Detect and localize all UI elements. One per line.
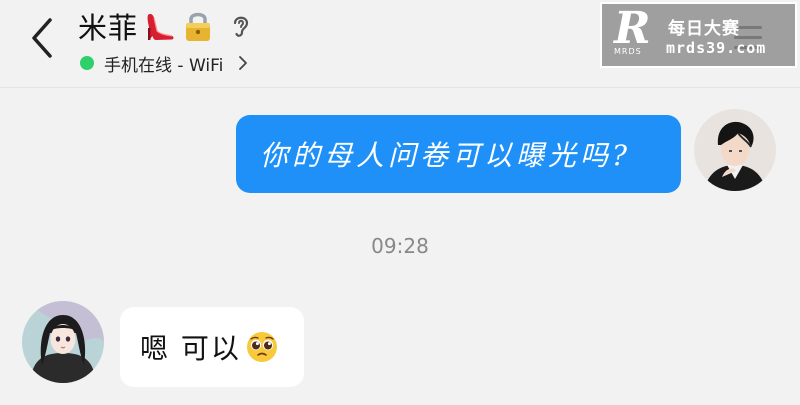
pleading-face-emoji-icon [246, 332, 277, 362]
site-watermark: R MRDS 每日大赛 mrds39.com [600, 2, 797, 68]
outgoing-message-bubble[interactable]: 你的母人问卷可以曝光吗? [236, 115, 681, 193]
chat-header: 米菲 手机在线 - WiFi R MRDS 每日大赛 mrds39.com [0, 0, 800, 88]
back-button[interactable] [18, 12, 66, 64]
watermark-text: 每日大赛 mrds39.com [666, 14, 766, 57]
online-status[interactable]: 手机在线 - WiFi [80, 50, 249, 76]
status-text: 手机在线 - WiFi [104, 55, 224, 76]
male-avatar-icon [694, 109, 776, 191]
watermark-domain: mrds39.com [666, 38, 767, 57]
contact-avatar[interactable] [22, 301, 104, 383]
watermark-logo: R MRDS [608, 3, 662, 63]
title-row: 米菲 [78, 6, 254, 46]
watermark-name: 每日大赛 [668, 18, 740, 39]
ear-icon[interactable] [228, 11, 254, 41]
outgoing-message-text: 你的母人问卷可以曝光吗? [260, 139, 632, 172]
lock-emoji-icon [186, 12, 211, 41]
contact-name[interactable]: 米菲 [78, 5, 138, 47]
my-avatar[interactable] [694, 109, 776, 191]
message-timestamp: 09:28 [371, 234, 429, 258]
chevron-right-icon [239, 56, 248, 70]
chevron-left-icon [32, 18, 52, 58]
incoming-message-text: 嗯 可以 [140, 332, 241, 365]
chat-screen: 米菲 手机在线 - WiFi R MRDS 每日大赛 mrds39.com 你的… [0, 0, 800, 405]
online-indicator [80, 56, 94, 70]
incoming-message-bubble[interactable]: 嗯 可以 [120, 307, 304, 387]
watermark-logo-sub: MRDS [614, 47, 642, 56]
female-avatar-icon [22, 301, 104, 383]
high-heel-emoji-icon [147, 14, 174, 40]
